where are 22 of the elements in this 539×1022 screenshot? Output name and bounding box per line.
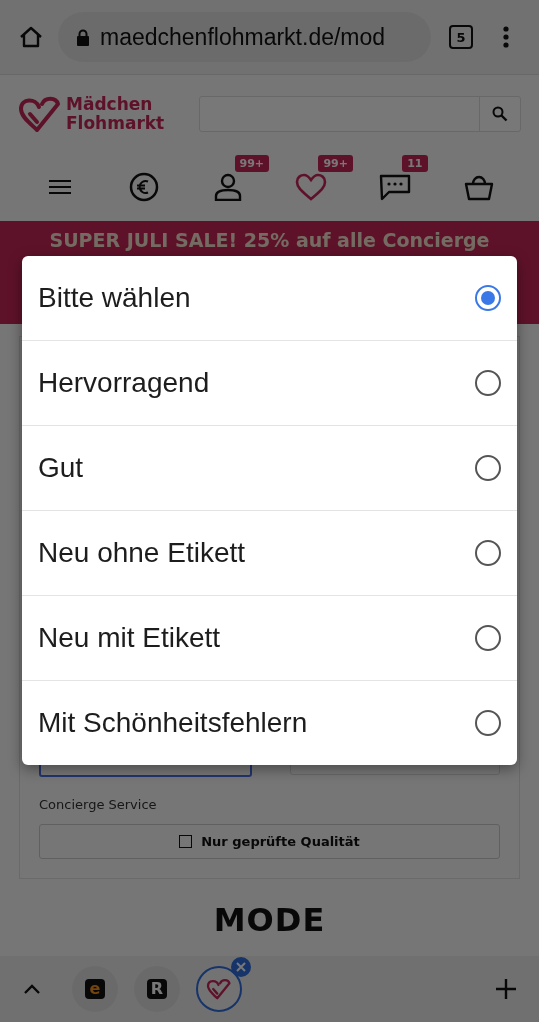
site-favicon: e [85,979,105,999]
field-label: Concierge Service [39,797,158,812]
banner-text: SUPER JULI SALE! 25% auf alle Concierge [49,229,490,253]
logo-text: Flohmarkt [66,114,165,133]
count-badge: 99+ [318,155,353,172]
tab-count-button[interactable]: 5 [449,25,473,49]
address-bar[interactable]: maedchenflohmarkt.de/mod [58,12,431,62]
count-badge: 99+ [234,155,270,172]
option-item[interactable]: Neu ohne Etikett [22,510,517,595]
checkbox-label: Nur geprüfte Qualität [201,834,360,849]
count-badge: 11 [402,155,428,172]
logo-text: Mädchen [66,95,154,114]
option-item[interactable]: Mit Schönheitsfehlern [22,680,517,765]
option-item[interactable]: Hervorragend [22,340,517,425]
site-favicon: R [147,979,167,999]
option-item[interactable]: Bitte wählen [22,256,517,340]
url-text: maedchenflohmarkt.de/mod [100,23,386,51]
option-item[interactable]: Neu mit Etikett [22,595,517,680]
quality-checkbox-button[interactable]: Nur geprüfte Qualität [39,824,500,859]
option-item[interactable]: Gut [22,425,517,510]
section-title: MODE [213,901,326,939]
browser-tab[interactable]: R [134,966,180,1012]
